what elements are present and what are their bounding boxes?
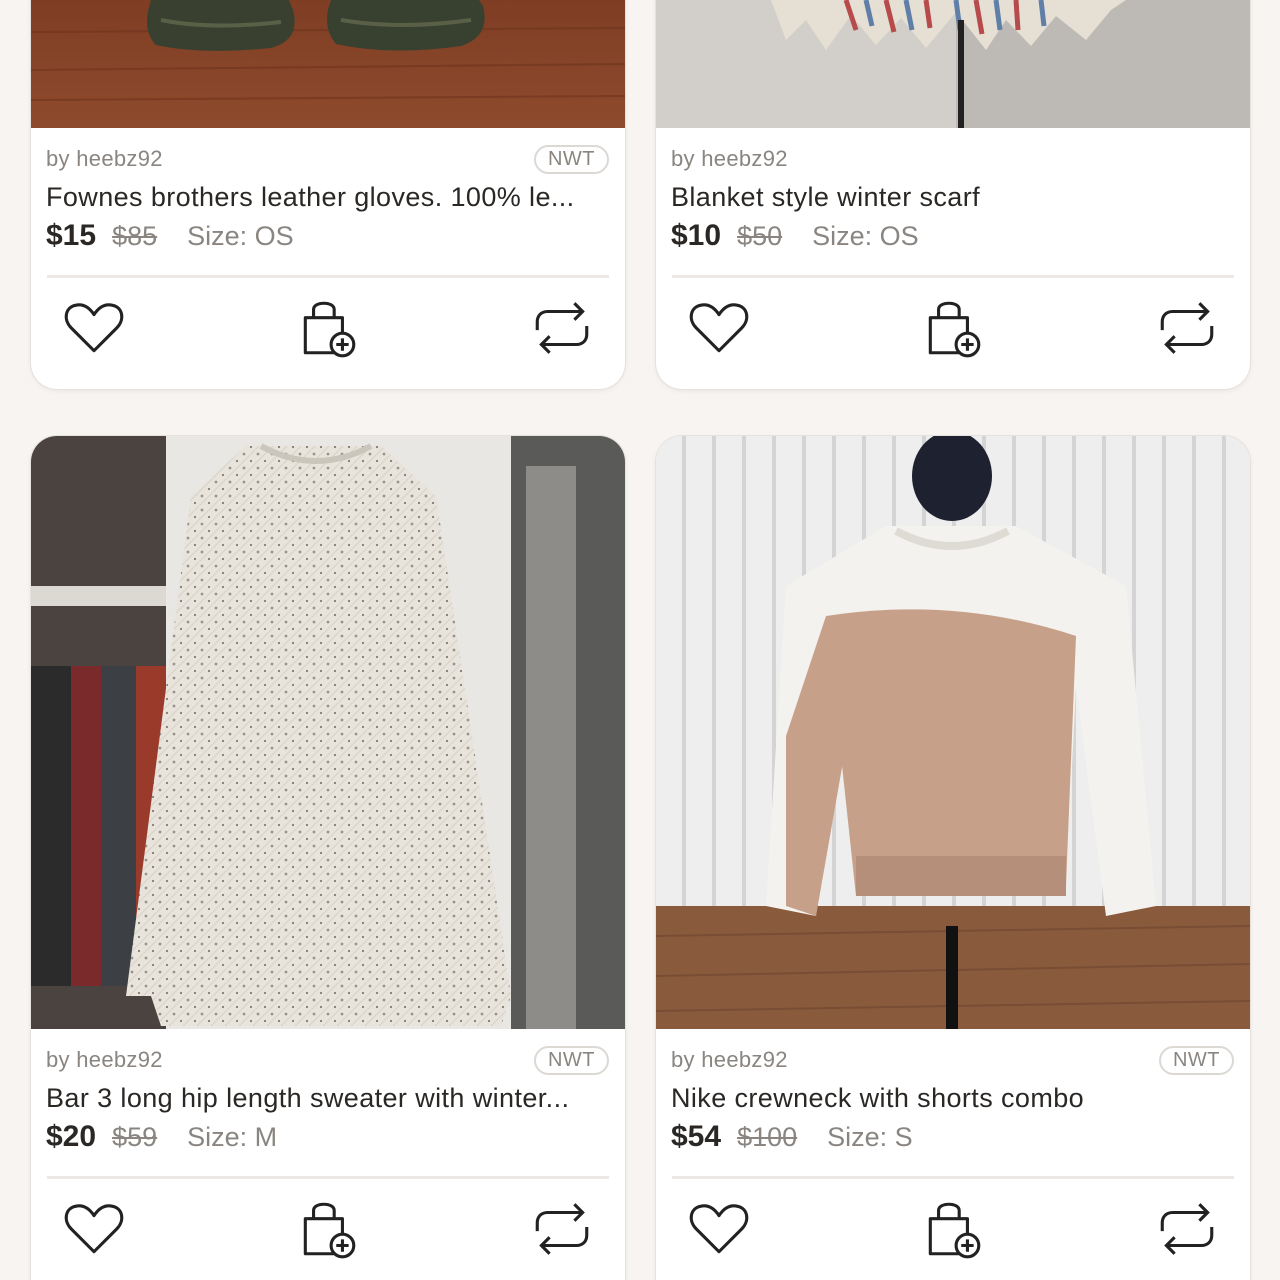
listing-card[interactable]: by heebz92 NWT Nike crewneck with shorts… — [656, 436, 1250, 1280]
seller-name[interactable]: by heebz92 — [46, 146, 163, 172]
listing-size: Size: OS — [812, 221, 919, 251]
listing-photo[interactable] — [31, 436, 625, 1029]
heart-icon[interactable] — [686, 295, 752, 361]
listing-price: $15 — [46, 219, 97, 252]
listing-title[interactable]: Fownes brothers leather gloves. 100% le.… — [46, 182, 609, 213]
listing-photo[interactable] — [656, 0, 1250, 128]
share-repost-icon[interactable] — [1154, 295, 1220, 361]
heart-icon[interactable] — [61, 1196, 127, 1262]
shopping-bag-add-icon[interactable] — [920, 1196, 986, 1262]
listing-card[interactable]: by heebz92 NWT Bar 3 long hip length swe… — [31, 436, 625, 1280]
seller-name[interactable]: by heebz92 — [671, 1047, 788, 1073]
original-price: $100 — [737, 1122, 798, 1152]
original-price: $50 — [737, 221, 783, 251]
listing-actions — [656, 1179, 1250, 1279]
listing-price: $10 — [671, 219, 722, 252]
listing-actions — [31, 1179, 625, 1279]
share-repost-icon[interactable] — [529, 1196, 595, 1262]
heart-icon[interactable] — [61, 295, 127, 361]
listing-title[interactable]: Nike crewneck with shorts combo — [671, 1083, 1234, 1114]
listing-card[interactable]: by heebz92 NWT Fownes brothers leather g… — [31, 0, 625, 389]
condition-badge: NWT — [533, 1045, 609, 1075]
share-repost-icon[interactable] — [529, 295, 595, 361]
share-repost-icon[interactable] — [1154, 1196, 1220, 1262]
listing-card[interactable]: by heebz92 Blanket style winter scarf $1… — [656, 0, 1250, 389]
listing-photo[interactable] — [656, 436, 1250, 1029]
listing-size: Size: S — [827, 1122, 913, 1152]
condition-badge: NWT — [533, 144, 609, 174]
listing-price: $54 — [671, 1120, 722, 1153]
listing-size: Size: M — [187, 1122, 278, 1152]
listing-photo[interactable] — [31, 0, 625, 128]
listing-grid: by heebz92 NWT Fownes brothers leather g… — [0, 0, 1280, 1280]
listing-actions — [31, 278, 625, 378]
listing-size: Size: OS — [187, 221, 294, 251]
shopping-bag-add-icon[interactable] — [295, 1196, 361, 1262]
listing-title[interactable]: Blanket style winter scarf — [671, 182, 1234, 213]
listing-title[interactable]: Bar 3 long hip length sweater with winte… — [46, 1083, 609, 1114]
seller-name[interactable]: by heebz92 — [46, 1047, 163, 1073]
condition-badge: NWT — [1158, 1045, 1234, 1075]
listing-actions — [656, 278, 1250, 378]
original-price: $85 — [112, 221, 158, 251]
shopping-bag-add-icon[interactable] — [920, 295, 986, 361]
heart-icon[interactable] — [686, 1196, 752, 1262]
seller-name[interactable]: by heebz92 — [671, 146, 788, 172]
listing-price: $20 — [46, 1120, 97, 1153]
shopping-bag-add-icon[interactable] — [295, 295, 361, 361]
original-price: $59 — [112, 1122, 158, 1152]
